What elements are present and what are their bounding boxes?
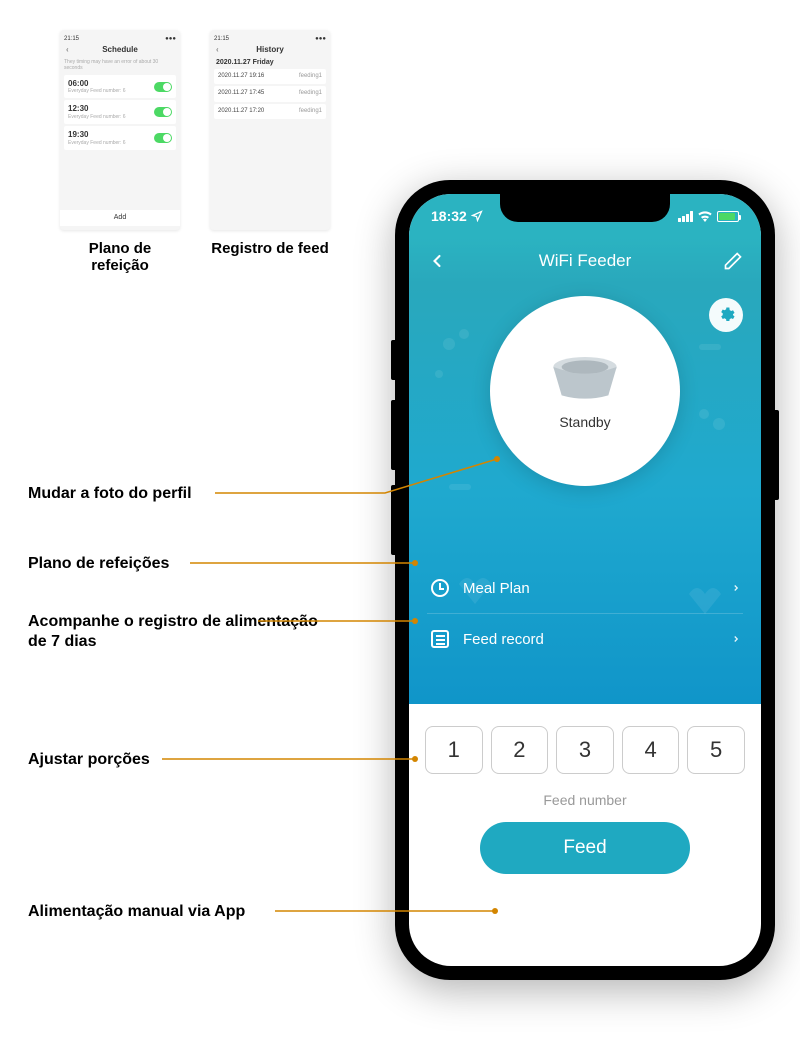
menu-meal-plan[interactable]: Meal Plan [427,563,743,614]
signal-icon [678,211,693,222]
preview-feedrecord-label: Registro de feed [210,240,330,257]
status-time: 18:32 [431,208,467,224]
preview-feedrecord: 21:15●●● ‹History 2020.11.27 Friday 2020… [210,30,330,274]
battery-icon [717,211,739,222]
portion-1[interactable]: 1 [425,726,483,774]
gear-icon [717,306,735,324]
callout-feed: Alimentação manual via App [28,902,245,922]
list-icon [431,630,449,648]
portion-2[interactable]: 2 [491,726,549,774]
portion-5[interactable]: 5 [687,726,745,774]
phone-notch [500,194,670,222]
chevron-right-icon [731,580,741,596]
edit-icon[interactable] [723,251,743,271]
device-avatar[interactable]: Standby [490,296,680,486]
bowl-icon [540,352,630,402]
back-icon[interactable] [427,251,447,271]
settings-button[interactable] [709,298,743,332]
menu-feed-record-label: Feed record [463,631,731,648]
menu-feed-record[interactable]: Feed record [427,614,743,664]
chevron-right-icon [731,631,741,647]
page-title: WiFi Feeder [409,251,761,271]
preview-group: 21:15●●● ‹Schedule They timing may have … [60,30,330,274]
hero-area: Standby Meal Plan Feed record [409,284,761,704]
wifi-icon [697,210,713,222]
portion-3[interactable]: 3 [556,726,614,774]
portion-4[interactable]: 4 [622,726,680,774]
device-status: Standby [559,414,610,430]
app-header: WiFi Feeder [409,238,761,284]
menu-meal-plan-label: Meal Plan [463,580,731,597]
location-icon [471,210,483,222]
feed-number-label: Feed number [421,792,749,808]
clock-icon [431,579,449,597]
feed-button[interactable]: Feed [480,822,690,874]
callout-plan: Plano de refeições [28,554,169,574]
callout-portions: Ajustar porções [28,750,150,770]
portion-row: 1 2 3 4 5 [421,726,749,774]
callout-profile: Mudar a foto do perfil [28,484,192,504]
phone-mockup: 18:32 WiFi Feeder [395,180,775,980]
bottom-panel: 1 2 3 4 5 Feed number Feed [409,704,761,902]
preview-mealplan: 21:15●●● ‹Schedule They timing may have … [60,30,180,274]
callout-record: Acompanhe o registro de alimentação de 7… [28,612,328,652]
preview-mealplan-label: Plano de refeição [60,240,180,274]
